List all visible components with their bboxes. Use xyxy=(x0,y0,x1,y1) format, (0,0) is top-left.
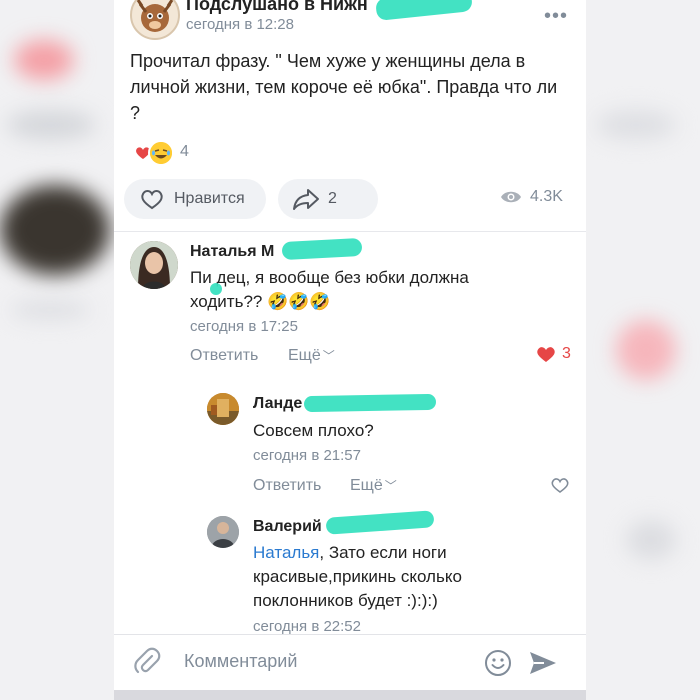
more-icon[interactable]: ••• xyxy=(544,5,568,28)
blur-blob xyxy=(6,110,96,140)
reply-button[interactable]: Ответить xyxy=(253,477,321,495)
reactions-count: 4 xyxy=(180,143,189,160)
comment-time: сегодня в 22:52 xyxy=(253,618,361,635)
share-icon xyxy=(292,187,320,211)
comment-author[interactable]: Валерий xyxy=(253,518,322,536)
smile-icon[interactable] xyxy=(484,649,512,677)
eye-icon xyxy=(500,189,522,205)
comment-like-count: 3 xyxy=(562,345,571,362)
laugh-emoji-icon xyxy=(148,140,174,166)
more-label: Ещё xyxy=(350,477,383,494)
mention-link[interactable]: Наталья xyxy=(253,543,319,562)
heart-icon xyxy=(536,345,556,363)
views-counter: 4.3K xyxy=(500,188,563,206)
blur-blob xyxy=(616,320,676,380)
avatar[interactable] xyxy=(207,516,239,548)
chevron-down-icon: ﹀ xyxy=(384,479,397,493)
blurred-right-background xyxy=(586,0,700,700)
divider xyxy=(114,231,586,232)
share-button[interactable]: 2 xyxy=(278,179,378,219)
blurred-left-background xyxy=(0,0,114,700)
comment-text: Совсем плохо? xyxy=(253,421,374,440)
comment-text: Наталья, Зато если ноги красивые,прикинь… xyxy=(253,541,513,613)
more-button[interactable]: Ещё ﹀ xyxy=(288,347,335,365)
post-time: сегодня в 12:28 xyxy=(186,16,294,33)
blur-blob xyxy=(14,40,74,80)
comment-time: сегодня в 21:57 xyxy=(253,447,361,464)
share-count: 2 xyxy=(328,190,337,207)
avatar[interactable] xyxy=(130,241,178,289)
comment-text: Пи дец, я вообще без юбки должна ходить?… xyxy=(190,268,469,311)
comment-like-button[interactable]: 3 xyxy=(536,345,571,363)
comment-composer: Комментарий xyxy=(114,634,586,691)
chevron-down-icon: ﹀ xyxy=(322,349,335,363)
like-label: Нравится xyxy=(174,190,245,207)
heart-icon xyxy=(138,187,166,211)
comment-author[interactable]: Ланде xyxy=(253,395,302,413)
blur-blob xyxy=(10,300,90,320)
comment-input[interactable]: Комментарий xyxy=(184,651,297,672)
like-button[interactable]: Нравится xyxy=(124,179,266,219)
post-header: Подслушано в Нижн сегодня в 12:28 ••• xyxy=(114,0,586,40)
group-avatar[interactable] xyxy=(130,0,180,40)
blur-blob xyxy=(0,185,110,275)
heart-icon xyxy=(550,476,570,494)
reply-button[interactable]: Ответить xyxy=(190,347,258,365)
scribble-redaction xyxy=(210,283,222,295)
comment-like-button[interactable] xyxy=(550,476,570,494)
blur-blob xyxy=(626,520,676,560)
send-icon[interactable] xyxy=(528,649,558,677)
more-label: Ещё xyxy=(288,347,321,364)
avatar[interactable] xyxy=(207,393,239,425)
post-screen: Подслушано в Нижн сегодня в 12:28 ••• Пр… xyxy=(114,0,586,700)
more-button[interactable]: Ещё ﹀ xyxy=(350,477,397,495)
group-name[interactable]: Подслушано в Нижн xyxy=(186,0,368,15)
post-text: Прочитал фразу. " Чем хуже у женщины дел… xyxy=(130,51,558,123)
views-count: 4.3K xyxy=(530,188,563,205)
comment-time: сегодня в 17:25 xyxy=(190,318,298,335)
scribble-redaction xyxy=(281,237,363,261)
bottom-strip xyxy=(114,690,586,700)
scribble-redaction xyxy=(303,393,437,413)
comment-author[interactable]: Наталья М xyxy=(190,243,274,261)
attach-icon[interactable] xyxy=(132,647,162,677)
scribble-redaction xyxy=(325,510,435,535)
blur-blob xyxy=(596,110,676,140)
